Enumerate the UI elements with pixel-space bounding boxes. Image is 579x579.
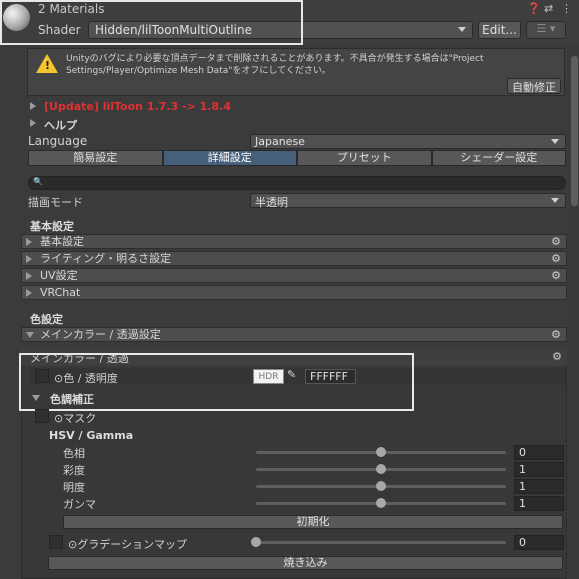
collapse-arrow-icon bbox=[26, 332, 34, 338]
render-mode-label: 描画モード bbox=[28, 196, 83, 209]
language-label: Language bbox=[28, 134, 88, 148]
mask-label: ⊙マスク bbox=[54, 412, 97, 425]
settings-sliders-icon[interactable]: ⇄ bbox=[544, 2, 553, 15]
foldout-label: メインカラー / 透過設定 bbox=[40, 328, 161, 341]
number-field[interactable]: 0 bbox=[514, 535, 564, 550]
chevron-down-icon bbox=[551, 198, 559, 203]
foldout-vrchat[interactable]: VRChat bbox=[21, 285, 567, 300]
list-icon[interactable]: ☰ ▾ bbox=[526, 21, 566, 39]
warning-text: Unityのバグにより必要な頂点データまで削除されることがあります。不具合が発生… bbox=[66, 54, 484, 76]
update-notice[interactable]: [Update] lilToon 1.7.3 -> 1.8.4 bbox=[44, 100, 231, 113]
slider-saturation[interactable]: 彩度 1 bbox=[0, 462, 579, 478]
gradient-texture-slot[interactable] bbox=[49, 535, 63, 549]
gradient-map-label: ⊙グラデーションマップ bbox=[68, 538, 187, 551]
color-texture-slot[interactable] bbox=[35, 369, 49, 383]
language-value: Japanese bbox=[255, 135, 305, 148]
warning-exclamation: ! bbox=[45, 59, 51, 72]
render-mode-dropdown[interactable]: 半透明 bbox=[250, 193, 566, 209]
mask-texture-slot[interactable] bbox=[35, 409, 49, 423]
slider-knob[interactable] bbox=[376, 481, 386, 491]
gear-icon[interactable]: ⚙ bbox=[551, 269, 561, 283]
material-preview-icon bbox=[3, 4, 30, 31]
hdr-color-swatch[interactable]: HDR bbox=[253, 369, 284, 384]
gear-icon[interactable]: ⚙ bbox=[551, 252, 561, 266]
slider-gamma[interactable]: ガンマ 1 bbox=[0, 496, 579, 512]
expand-arrow-icon[interactable] bbox=[30, 102, 36, 110]
hsv-gamma-title: HSV / Gamma bbox=[49, 429, 134, 442]
inspector-header: 2 Materials ❓ ⇄ ⋮ Shader Hidden/lilToonM… bbox=[0, 0, 579, 44]
hex-color-field[interactable]: FFFFFF bbox=[305, 369, 356, 384]
expand-arrow-icon bbox=[26, 255, 32, 263]
foldout-main-color[interactable]: メインカラー / 透過設定 ⚙ bbox=[21, 327, 567, 342]
expand-arrow-icon bbox=[26, 289, 32, 297]
number-field[interactable]: 1 bbox=[514, 496, 564, 511]
edit-shader-button[interactable]: Edit... bbox=[478, 21, 521, 39]
color-label: ⊙色 / 透明度 bbox=[54, 372, 118, 385]
materials-count: 2 Materials bbox=[38, 2, 105, 16]
slider-knob[interactable] bbox=[376, 498, 386, 508]
foldout-lighting[interactable]: ライティング・明るさ設定 ⚙ bbox=[21, 251, 567, 266]
shader-value: Hidden/lilToonMultiOutline bbox=[95, 23, 252, 37]
tab-shader-settings[interactable]: シェーダー設定 bbox=[431, 150, 566, 166]
expand-arrow-icon bbox=[26, 272, 32, 280]
slider-hue[interactable]: 色相 0 bbox=[0, 445, 579, 461]
slider-label: 彩度 bbox=[63, 464, 85, 477]
scrollbar-thumb[interactable] bbox=[571, 56, 578, 206]
auto-fix-button[interactable]: 自動修正 bbox=[507, 78, 561, 94]
reset-button[interactable]: 初期化 bbox=[63, 515, 563, 529]
slider-brightness[interactable]: 明度 1 bbox=[0, 479, 579, 495]
bake-button[interactable]: 焼き込み bbox=[48, 556, 563, 570]
basic-settings-title: 基本設定 bbox=[30, 220, 74, 233]
slider-knob[interactable] bbox=[376, 464, 386, 474]
shader-dropdown[interactable]: Hidden/lilToonMultiOutline bbox=[88, 21, 473, 39]
tab-advanced[interactable]: 詳細設定 bbox=[162, 150, 297, 166]
number-field[interactable]: 1 bbox=[514, 479, 564, 494]
main-color-inner-header: メインカラー / 透過 ⚙ bbox=[21, 348, 567, 366]
foldout-label: ライティング・明るさ設定 bbox=[40, 252, 172, 265]
tone-correction-label[interactable]: 色調補正 bbox=[50, 391, 94, 407]
help-foldout[interactable]: ヘルプ bbox=[44, 117, 77, 133]
foldout-label: VRChat bbox=[40, 286, 81, 299]
shader-label: Shader bbox=[38, 23, 81, 37]
slider-label: 明度 bbox=[63, 481, 85, 494]
tab-simple[interactable]: 簡易設定 bbox=[28, 150, 163, 166]
chevron-down-icon bbox=[458, 27, 466, 32]
help-icon[interactable]: ❓ bbox=[527, 2, 541, 15]
search-input[interactable]: 🔍 bbox=[28, 176, 566, 190]
number-field[interactable]: 0 bbox=[514, 445, 564, 460]
number-field[interactable]: 1 bbox=[514, 462, 564, 477]
expand-arrow-icon bbox=[26, 238, 32, 246]
expand-arrow-icon[interactable] bbox=[30, 119, 36, 127]
slider-track[interactable] bbox=[256, 541, 506, 544]
foldout-label: 基本設定 bbox=[40, 235, 84, 248]
chevron-down-icon bbox=[551, 139, 559, 144]
gear-icon[interactable]: ⚙ bbox=[552, 350, 562, 364]
editor-mode-tabs: 簡易設定 詳細設定 プリセット シェーダー設定 bbox=[28, 150, 566, 166]
language-dropdown[interactable]: Japanese bbox=[250, 134, 566, 149]
slider-knob[interactable] bbox=[251, 537, 261, 547]
gradient-map-row: ⊙グラデーションマップ 0 bbox=[0, 535, 579, 551]
collapse-arrow-icon[interactable] bbox=[32, 395, 40, 401]
eyedropper-icon[interactable]: ✎ bbox=[287, 368, 296, 381]
render-mode-value: 半透明 bbox=[255, 196, 288, 209]
warning-box: ! Unityのバグにより必要な頂点データまで削除されることがあります。不具合が… bbox=[27, 48, 565, 96]
foldout-basic[interactable]: 基本設定 ⚙ bbox=[21, 234, 567, 249]
foldout-uv[interactable]: UV設定 ⚙ bbox=[21, 268, 567, 283]
slider-label: ガンマ bbox=[63, 498, 96, 511]
tab-preset[interactable]: プリセット bbox=[297, 150, 432, 166]
kebab-menu-icon[interactable]: ⋮ bbox=[561, 2, 572, 15]
slider-label: 色相 bbox=[63, 447, 85, 460]
foldout-label: UV設定 bbox=[40, 269, 78, 282]
search-icon: 🔍 bbox=[33, 177, 43, 186]
color-settings-title: 色設定 bbox=[30, 313, 63, 326]
gear-icon[interactable]: ⚙ bbox=[551, 235, 561, 249]
slider-knob[interactable] bbox=[376, 447, 386, 457]
inner-title: メインカラー / 透過 bbox=[30, 352, 129, 365]
gear-icon[interactable]: ⚙ bbox=[551, 328, 561, 342]
